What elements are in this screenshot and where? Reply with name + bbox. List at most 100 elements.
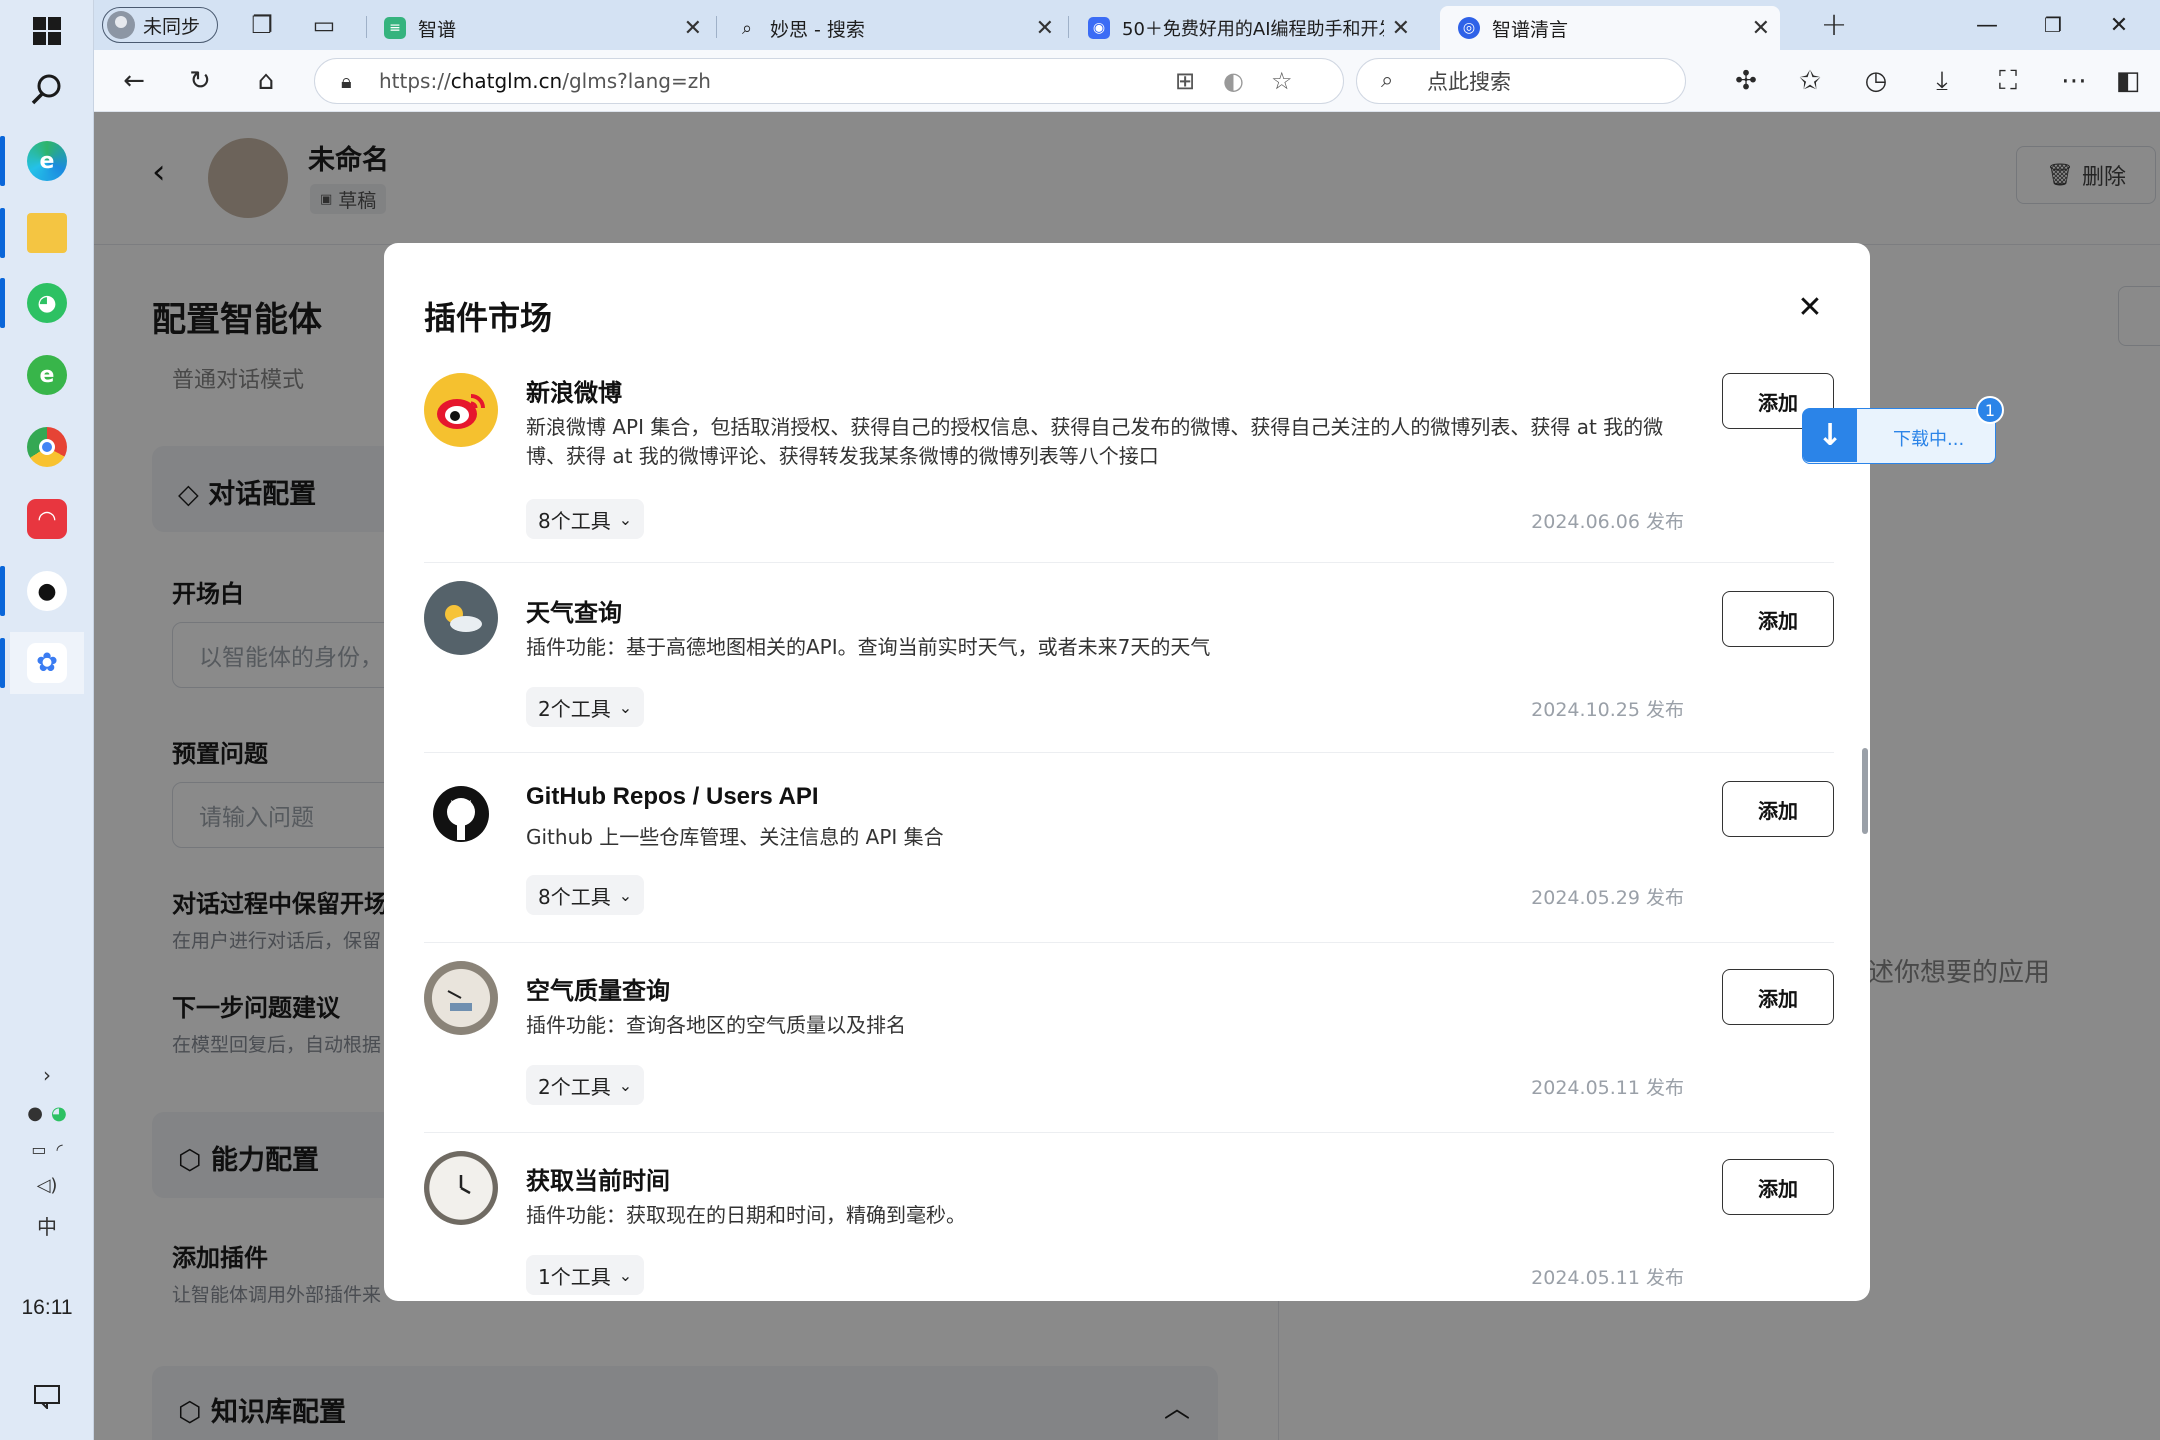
plugin-item-current-time[interactable]: 获取当前时间 插件功能：获取现在的日期和时间，精确到毫秒。 1个工具 ⌄ 2024… <box>424 1133 1834 1301</box>
close-tab-icon[interactable]: ✕ <box>1036 16 1054 41</box>
taskbar-search-button[interactable] <box>10 58 84 120</box>
wifi-icon[interactable]: ◜ <box>56 1140 62 1159</box>
close-tab-icon[interactable]: ✕ <box>1392 16 1410 41</box>
zhipu-favicon-icon: ≡ <box>384 17 406 39</box>
download-toast[interactable]: ↓ 下载中... <box>1802 408 1996 464</box>
publish-date: 2024.10.25 发布 <box>1531 699 1684 721</box>
cloud-app-icon: ✿ <box>27 643 67 683</box>
tray-expand-chevron-icon[interactable]: › <box>0 1060 94 1090</box>
more-menu-icon[interactable]: ⋯ <box>2054 61 2094 101</box>
plugin-item-weibo[interactable]: 新浪微博 新浪微博 API 集合，包括取消授权、获得自己的授权信息、获得自己发布… <box>424 373 1834 563</box>
plugin-list: 新浪微博 新浪微博 API 集合，包括取消授权、获得自己的授权信息、获得自己发布… <box>424 373 1834 1301</box>
download-count-badge: 1 <box>1976 396 2004 424</box>
clock-time[interactable]: 16:11 <box>0 1296 94 1320</box>
plugin-item-github[interactable]: GitHub Repos / Users API Github 上一些仓库管理、… <box>424 753 1834 943</box>
new-tab-button[interactable]: + <box>1814 4 1854 44</box>
url-path: /glms?lang=zh <box>562 69 711 93</box>
tools-dropdown[interactable]: 8个工具 ⌄ <box>526 875 645 915</box>
gauge-logo-icon <box>424 961 498 1035</box>
close-tab-icon[interactable]: ✕ <box>684 16 702 41</box>
add-plugin-button[interactable]: 添加 <box>1722 591 1834 647</box>
plugin-market-modal: 插件市场 ✕ 新浪微博 新浪微博 API 集合，包括取消授权、获得自己的授权信息… <box>384 243 1870 1301</box>
volume-icon[interactable]: ◁) <box>0 1170 94 1200</box>
tools-count: 8个工具 <box>538 884 611 909</box>
tab-ai-coding[interactable]: ◉ 50＋免费好用的AI编程助手和开发 ✕ <box>1076 6 1420 50</box>
screenshot-icon[interactable]: ⛶ <box>1988 61 2028 101</box>
plugin-name: GitHub Repos / Users API <box>526 783 819 810</box>
plugin-item-air-quality[interactable]: 空气质量查询 插件功能：查询各地区的空气质量以及排名 2个工具 ⌄ 2024.05… <box>424 943 1834 1133</box>
edge-icon: e <box>27 141 67 181</box>
tab-zhipu[interactable]: ≡ 智谱 ✕ <box>372 6 712 50</box>
window-close-button[interactable]: ✕ <box>2086 0 2152 50</box>
publish-date: 2024.06.06 发布 <box>1531 511 1684 533</box>
close-icon[interactable]: ✕ <box>1792 289 1828 325</box>
plugin-description: 插件功能：查询各地区的空气质量以及排名 <box>526 1013 906 1037</box>
notification-icon[interactable] <box>0 1380 94 1414</box>
taskbar-chrome[interactable] <box>10 416 84 478</box>
clock-logo-icon <box>424 1151 498 1225</box>
add-plugin-button[interactable]: 添加 <box>1722 969 1834 1025</box>
windows-logo-icon <box>33 17 61 45</box>
sidebar-toggle-icon[interactable]: ◧ <box>2108 61 2148 101</box>
add-plugin-button[interactable]: 添加 <box>1722 781 1834 837</box>
tools-dropdown[interactable]: 2个工具 ⌄ <box>526 687 645 727</box>
start-button[interactable] <box>10 0 84 62</box>
favorites-icon[interactable]: ✩ <box>1790 61 1830 101</box>
restore-button[interactable]: ❐ <box>2020 0 2086 50</box>
vertical-tabs-icon[interactable]: ▭ <box>304 5 344 45</box>
add-plugin-button[interactable]: 添加 <box>1722 1159 1834 1215</box>
url-host: chatglm.cn <box>450 69 563 93</box>
back-icon[interactable]: ← <box>114 61 154 101</box>
tools-dropdown[interactable]: 8个工具 ⌄ <box>526 499 645 539</box>
tab-miaosi-search[interactable]: ⌕ 妙思 - 搜索 ✕ <box>724 6 1064 50</box>
taskbar-wechat[interactable]: ◕ <box>0 272 84 334</box>
tray-icons-row-1: ● ◕ <box>0 1098 94 1128</box>
qq-tray-icon[interactable]: ● <box>27 1103 43 1124</box>
extensions-icon[interactable]: ✣ <box>1726 61 1766 101</box>
site-favicon-icon: ◉ <box>1088 17 1110 39</box>
close-tab-icon[interactable]: ✕ <box>1752 16 1770 41</box>
home-icon[interactable]: ⌂ <box>246 61 286 101</box>
tab-title: 50＋免费好用的AI编程助手和开发 <box>1122 19 1384 40</box>
chevron-down-icon: ⌄ <box>618 509 633 529</box>
ie-icon: e <box>27 355 67 395</box>
tab-separator <box>716 16 717 38</box>
profile-button[interactable]: 未同步 <box>102 7 218 43</box>
downloads-icon[interactable]: ⤓ <box>1922 61 1962 101</box>
battery-icon[interactable]: ▭ <box>31 1140 46 1159</box>
tools-count: 8个工具 <box>538 508 611 533</box>
plugin-description: 插件功能：基于高德地图相关的API。查询当前实时天气，或者未来7天的天气 <box>526 635 1211 659</box>
publish-date: 2024.05.11 发布 <box>1531 1077 1684 1099</box>
tools-dropdown[interactable]: 1个工具 ⌄ <box>526 1255 645 1295</box>
refresh-icon[interactable]: ↻ <box>180 61 220 101</box>
address-bar[interactable]: 🔒︎ https://chatglm.cn/glms?lang=zh ⊞ ◐ ☆ <box>314 58 1344 104</box>
tools-count: 2个工具 <box>538 1074 611 1099</box>
chevron-down-icon: ⌄ <box>618 697 633 717</box>
lock-icon[interactable]: 🔒︎ <box>341 69 352 93</box>
ime-indicator[interactable]: 中 <box>0 1210 94 1240</box>
workspaces-icon[interactable]: ❐ <box>242 5 282 45</box>
plugin-item-weather[interactable]: 天气查询 插件功能：基于高德地图相关的API。查询当前实时天气，或者未来7天的天… <box>424 563 1834 753</box>
wechat-tray-icon[interactable]: ◕ <box>51 1103 67 1124</box>
tools-count: 1个工具 <box>538 1264 611 1289</box>
tab-zhipu-qingyan[interactable]: ◎ 智谱清言 ✕ <box>1440 6 1780 50</box>
tab-title: 智谱 <box>418 18 457 41</box>
taskbar-file-explorer[interactable] <box>0 202 84 264</box>
publish-date: 2024.05.29 发布 <box>1531 887 1684 909</box>
taskbar-qq[interactable]: ● <box>0 560 84 622</box>
app-grid-icon[interactable]: ⊞ <box>1175 67 1195 95</box>
history-icon[interactable]: ◷ <box>1856 61 1896 101</box>
taskbar-app-red[interactable]: ◠ <box>10 488 84 550</box>
taskbar-edge[interactable]: e <box>0 130 84 192</box>
tools-dropdown[interactable]: 2个工具 ⌄ <box>526 1065 645 1105</box>
favorite-star-icon[interactable]: ☆ <box>1271 67 1293 95</box>
edge-reader-icon[interactable]: ◐ <box>1223 67 1244 95</box>
download-arrow-icon: ↓ <box>1803 409 1857 462</box>
taskbar-ie[interactable]: e <box>10 344 84 406</box>
minimize-button[interactable]: — <box>1954 0 2020 50</box>
search-box[interactable]: ⌕ 点此搜索 <box>1356 58 1686 104</box>
taskbar-baidu-netdisk[interactable]: ✿ <box>0 632 84 694</box>
plugin-name: 新浪微博 <box>526 379 622 407</box>
app-red-icon: ◠ <box>27 499 67 539</box>
scrollbar-thumb[interactable] <box>1862 748 1868 834</box>
